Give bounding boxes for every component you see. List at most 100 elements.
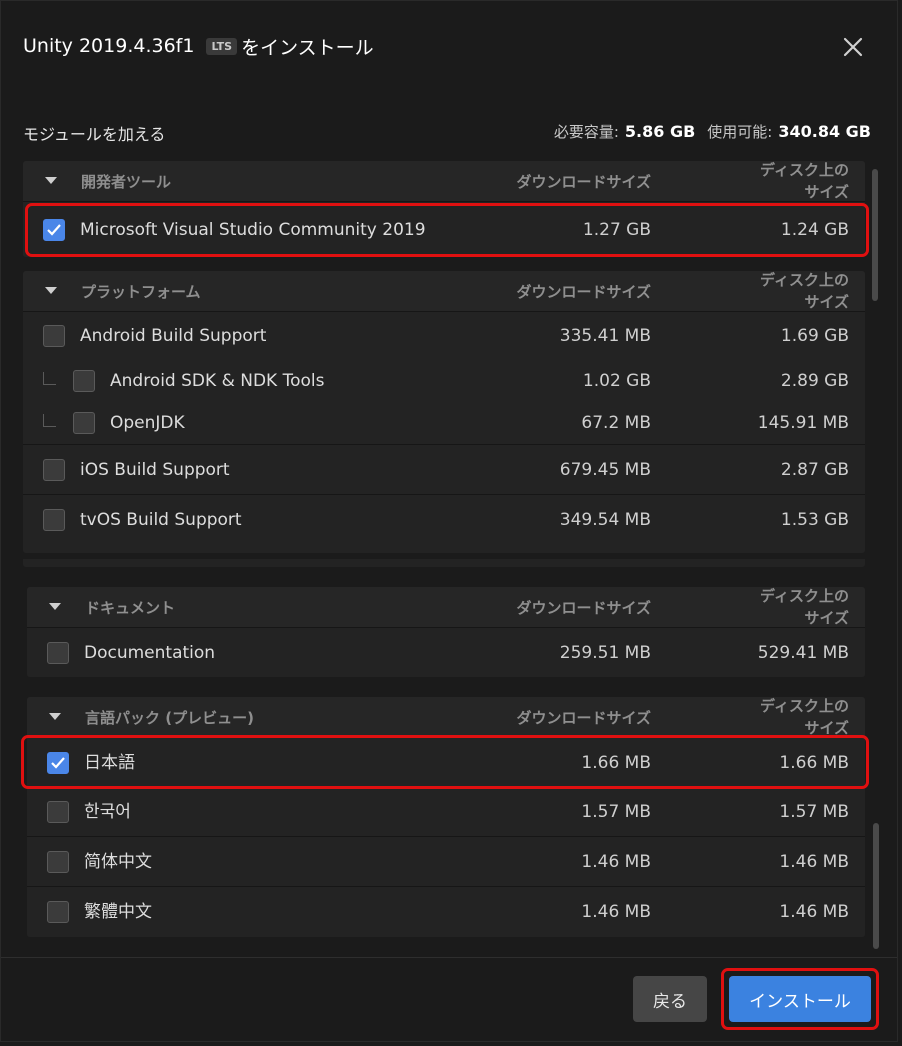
module-name: OpenJDK	[110, 413, 185, 433]
group-platforms: プラットフォーム ダウンロードサイズ ディスク上の サイズ Android Bui…	[23, 271, 865, 553]
module-checkbox[interactable]	[43, 458, 65, 481]
column-disk-size-line1: ディスク上の	[760, 587, 849, 605]
module-disk-size: 2.87 GB	[780, 459, 849, 480]
column-disk-size: ディスク上のサイズ	[739, 697, 849, 739]
group-developer-tools: 開発者ツール ダウンロードサイズ ディスク上のサイズ Microsoft Vis…	[23, 161, 865, 257]
column-disk-size: ディスク上の サイズ	[739, 271, 849, 313]
column-disk-size: ディスク上のサイズ	[739, 587, 849, 629]
module-download-size: 1.02 GB	[582, 371, 651, 391]
module-disk-size: 1.53 GB	[780, 510, 849, 530]
column-disk-size-line2: サイズ	[804, 609, 849, 627]
column-download-size: ダウンロードサイズ	[516, 173, 651, 191]
dialog-title: Unity 2019.4.36f1 LTS をインストール	[23, 33, 374, 59]
available-label: 使用可能:	[707, 123, 773, 141]
scrollbar-thumb-bottom[interactable]	[873, 823, 879, 949]
group-name: 開発者ツール	[81, 173, 172, 191]
column-download-size: ダウンロードサイズ	[516, 283, 651, 301]
module-checkbox[interactable]	[43, 218, 65, 241]
lts-badge: LTS	[206, 37, 238, 55]
column-disk-size: ディスク上のサイズ	[739, 161, 849, 203]
column-disk-size-line1: ディスク上の	[760, 271, 849, 289]
module-row[interactable]: Documentation 259.51 MB 529.41 MB	[27, 628, 865, 677]
back-button[interactable]: 戻る	[633, 976, 707, 1022]
module-row[interactable]: Android Build Support 335.41 MB 1.69 GB	[23, 312, 865, 360]
group-documentation: ドキュメント ダウンロードサイズ ディスク上の サイズ Documentation…	[27, 587, 865, 677]
group-header[interactable]: プラットフォーム ダウンロードサイズ ディスク上の サイズ	[23, 271, 865, 312]
caret-down-icon	[45, 177, 57, 184]
group-name: プラットフォーム	[81, 283, 201, 301]
module-checkbox[interactable]	[43, 509, 65, 531]
column-disk-size-line2: サイズ	[804, 719, 849, 737]
available-value: 340.84 GB	[778, 122, 871, 141]
module-disk-size: 1.46 MB	[779, 851, 849, 872]
module-row[interactable]: 简体中文 1.46 MB 1.46 MB	[27, 837, 865, 887]
module-download-size: 1.27 GB	[582, 219, 651, 240]
group-header[interactable]: 言語パック (プレビュー) ダウンロードサイズ ディスク上のサイズ	[27, 697, 865, 738]
space-summary: 必要容量: 5.86 GB 使用可能: 340.84 GB	[554, 121, 871, 142]
module-checkbox[interactable]	[47, 641, 69, 664]
module-name: 日本語	[84, 752, 135, 773]
module-checkbox[interactable]	[73, 412, 95, 434]
module-download-size: 1.66 MB	[581, 752, 651, 773]
module-row[interactable]: 繁體中文 1.46 MB 1.46 MB	[27, 887, 865, 937]
column-disk-size-line2: サイズ	[804, 183, 849, 201]
module-row[interactable]: tvOS Build Support 349.54 MB 1.53 GB	[23, 495, 865, 545]
module-name: Documentation	[84, 642, 216, 663]
caret-down-icon	[45, 287, 57, 294]
module-row[interactable]: 日本語 1.66 MB 1.66 MB	[27, 738, 865, 787]
module-download-size: 335.41 MB	[559, 326, 651, 346]
check-icon	[47, 223, 61, 236]
module-checkbox[interactable]	[47, 800, 69, 823]
module-disk-size: 145.91 MB	[757, 413, 849, 433]
close-button[interactable]	[839, 33, 867, 61]
add-modules-heading: モジュールを加える	[23, 125, 166, 144]
module-row[interactable]: Microsoft Visual Studio Community 2019 1…	[23, 202, 865, 257]
caret-down-icon	[49, 603, 61, 610]
module-checkbox[interactable]	[47, 850, 69, 873]
close-icon	[843, 37, 863, 57]
check-icon	[51, 756, 65, 769]
module-download-size: 1.46 MB	[581, 851, 651, 872]
module-disk-size: 529.41 MB	[757, 642, 849, 663]
column-disk-size-line1: ディスク上の	[760, 161, 849, 179]
group-language-packs: 言語パック (プレビュー) ダウンロードサイズ ディスク上のサイズ 日本語 1.…	[27, 697, 865, 937]
module-row[interactable]: iOS Build Support 679.45 MB 2.87 GB	[23, 445, 865, 495]
module-checkbox[interactable]	[43, 325, 65, 347]
module-row-child[interactable]: Android SDK & NDK Tools 1.02 GB 2.89 GB	[23, 360, 865, 402]
module-row[interactable]: 한국어 1.57 MB 1.57 MB	[27, 787, 865, 837]
column-download-size: ダウンロードサイズ	[516, 709, 651, 727]
required-label: 必要容量:	[553, 123, 619, 141]
install-button[interactable]: インストール	[729, 976, 871, 1022]
title-version: Unity 2019.4.36f1	[23, 35, 195, 57]
module-download-size: 679.45 MB	[559, 459, 651, 480]
title-suffix: をインストール	[241, 36, 374, 59]
install-dialog: Unity 2019.4.36f1 LTS をインストール モジュールを加える …	[0, 0, 898, 1042]
module-name: 한국어	[84, 801, 131, 822]
module-name: Android SDK & NDK Tools	[110, 371, 325, 391]
module-download-size: 259.51 MB	[559, 642, 651, 663]
column-download-size: ダウンロードサイズ	[516, 599, 651, 617]
scrollbar-thumb-top[interactable]	[872, 169, 878, 301]
group-header[interactable]: ドキュメント ダウンロードサイズ ディスク上の サイズ	[27, 587, 865, 628]
module-checkbox[interactable]	[47, 901, 69, 923]
module-name: Microsoft Visual Studio Community 2019	[80, 219, 426, 240]
scroll-gap-divider	[23, 559, 865, 567]
column-disk-size-line1: ディスク上の	[760, 697, 849, 715]
caret-down-icon	[49, 713, 61, 720]
module-disk-size: 1.57 MB	[779, 801, 849, 822]
module-checkbox[interactable]	[47, 751, 69, 774]
footer-divider	[1, 957, 897, 958]
module-row-child[interactable]: OpenJDK 67.2 MB 145.91 MB	[23, 402, 865, 445]
module-name: Android Build Support	[80, 326, 267, 346]
module-checkbox[interactable]	[73, 370, 95, 392]
module-disk-size: 1.46 MB	[779, 902, 849, 922]
module-disk-size: 1.69 GB	[780, 326, 849, 346]
tree-connector	[43, 414, 56, 427]
tree-connector	[43, 372, 56, 385]
group-name: 言語パック (プレビュー)	[85, 709, 254, 727]
module-download-size: 67.2 MB	[581, 413, 651, 433]
module-name: 简体中文	[84, 851, 152, 872]
group-header[interactable]: 開発者ツール ダウンロードサイズ ディスク上のサイズ	[23, 161, 865, 202]
module-download-size: 349.54 MB	[559, 510, 651, 530]
module-disk-size: 2.89 GB	[780, 371, 849, 391]
